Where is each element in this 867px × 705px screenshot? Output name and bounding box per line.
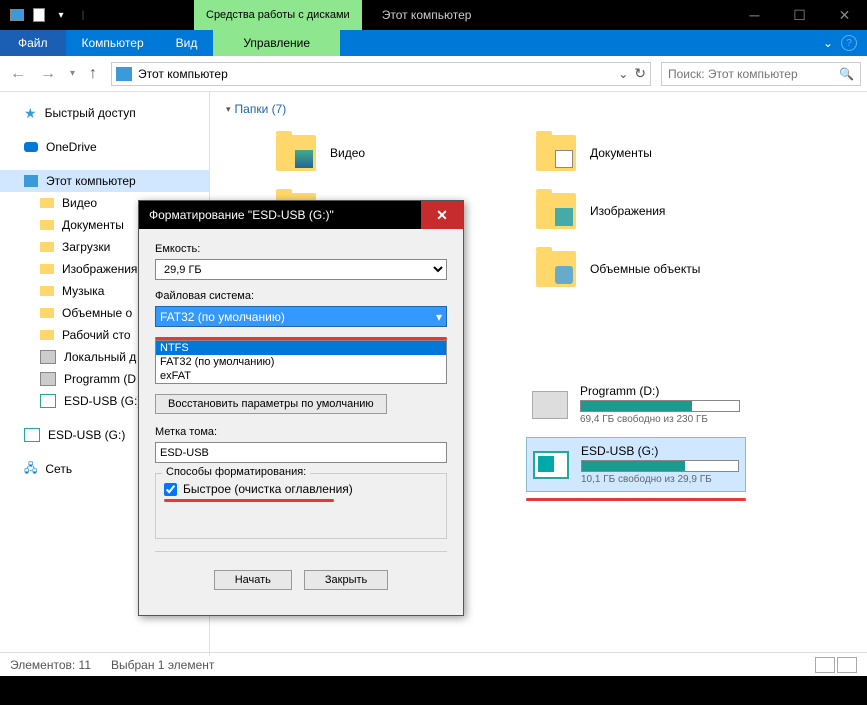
search-icon[interactable]: 🔍	[839, 67, 854, 81]
search-box[interactable]: 🔍	[661, 62, 861, 86]
restore-defaults-button[interactable]: Восстановить параметры по умолчанию	[155, 394, 387, 414]
qa-sep: |	[72, 4, 94, 26]
sidebar-onedrive[interactable]: OneDrive	[0, 136, 209, 158]
folders-header[interactable]: ▾Папки (7)	[226, 102, 857, 116]
star-icon: ★	[24, 105, 37, 122]
capacity-bar	[581, 460, 739, 472]
navbar: ← → ▾ ↑ Этот компьютер ⌄ ↻ 🔍	[0, 56, 867, 92]
dialog-titlebar[interactable]: Форматирование "ESD-USB (G:)" ✕	[139, 201, 463, 229]
item-count: Элементов: 11	[10, 658, 91, 672]
tab-view[interactable]: Вид	[160, 30, 214, 56]
close-button[interactable]: ✕	[822, 0, 867, 30]
minimize-button[interactable]: ─	[732, 0, 777, 30]
cloud-icon	[24, 142, 38, 152]
filesystem-label: Файловая система:	[155, 290, 447, 302]
fs-option-fat32[interactable]: FAT32 (по умолчанию)	[156, 355, 446, 369]
folder-icon	[40, 330, 54, 340]
system-icon[interactable]	[6, 4, 28, 26]
address-text: Этот компьютер	[138, 67, 612, 81]
folder-icon	[40, 198, 54, 208]
status-bar: Элементов: 11 Выбран 1 элемент	[0, 652, 867, 676]
close-dialog-button[interactable]: Закрыть	[304, 570, 388, 590]
volume-label-label: Метка тома:	[155, 426, 447, 438]
hdd-icon	[532, 391, 568, 419]
qa-dropdown-icon[interactable]: ▾	[50, 4, 72, 26]
window-title: Этот компьютер	[382, 8, 472, 22]
format-options-group: Способы форматирования: Быстрое (очистка…	[155, 473, 447, 539]
annotation-underline	[526, 498, 746, 501]
drive-programm-d[interactable]: Programm (D:) 69,4 ГБ свободно из 230 ГБ	[526, 378, 746, 431]
pc-icon	[24, 175, 38, 187]
dialog-close-button[interactable]: ✕	[421, 201, 463, 229]
forward-button[interactable]: →	[36, 65, 60, 83]
view-details-button[interactable]	[815, 657, 835, 673]
folder-icon	[536, 135, 576, 171]
chevron-down-icon: ▾	[436, 310, 442, 324]
drive-label: ESD-USB (G:)	[581, 444, 739, 458]
fs-option-exfat[interactable]: exFAT	[156, 369, 446, 383]
search-input[interactable]	[668, 67, 839, 81]
tab-computer[interactable]: Компьютер	[66, 30, 160, 56]
ribbon-collapse-icon[interactable]: ⌄	[823, 36, 833, 50]
drive-stats: 69,4 ГБ свободно из 230 ГБ	[580, 414, 740, 425]
folder-icon	[276, 135, 316, 171]
drive-icon	[40, 372, 56, 386]
up-button[interactable]: ↑	[85, 65, 101, 83]
maximize-button[interactable]: ☐	[777, 0, 822, 30]
drive-label: Programm (D:)	[580, 384, 740, 398]
recent-dropdown[interactable]: ▾	[66, 68, 79, 79]
address-bar[interactable]: Этот компьютер ⌄ ↻	[111, 62, 651, 86]
drive-icon	[40, 350, 56, 364]
selection-count: Выбран 1 элемент	[111, 658, 214, 672]
separator	[155, 551, 447, 552]
refresh-icon[interactable]: ↻	[634, 65, 646, 82]
view-large-button[interactable]	[837, 657, 857, 673]
sidebar-quick-access[interactable]: ★Быстрый доступ	[0, 102, 209, 124]
drive-stats: 10,1 ГБ свободно из 29,9 ГБ	[581, 474, 739, 485]
format-dialog: Форматирование "ESD-USB (G:)" ✕ Емкость:…	[138, 200, 464, 616]
file-menu[interactable]: Файл	[0, 30, 66, 56]
folder-icon	[536, 193, 576, 229]
network-icon: 🖧	[24, 459, 37, 480]
folder-icon	[40, 220, 54, 230]
folder-3d-objects[interactable]: Объемные объекты	[486, 240, 746, 298]
pc-icon	[116, 67, 132, 81]
volume-label-input[interactable]	[155, 442, 447, 463]
capacity-bar	[580, 400, 740, 412]
context-tab[interactable]: Средства работы с дисками	[194, 0, 362, 30]
capacity-select[interactable]: 29,9 ГБ	[155, 259, 447, 280]
filesystem-dropdown: NTFS FAT32 (по умолчанию) exFAT	[155, 340, 447, 384]
folder-videos[interactable]: Видео	[226, 124, 486, 182]
folder-icon	[40, 264, 54, 274]
titlebar: ▾ | Средства работы с дисками Этот компь…	[0, 0, 867, 30]
tab-manage[interactable]: Управление	[213, 30, 340, 56]
window: ▾ | Средства работы с дисками Этот компь…	[0, 0, 867, 705]
usb-drive-icon	[533, 451, 569, 479]
group-title: Способы форматирования:	[162, 466, 310, 478]
sidebar-this-pc[interactable]: Этот компьютер	[0, 170, 209, 192]
folder-icon	[536, 251, 576, 287]
dialog-title: Форматирование "ESD-USB (G:)"	[149, 208, 334, 222]
usb-icon	[24, 428, 40, 442]
capacity-label: Емкость:	[155, 243, 447, 255]
folder-documents[interactable]: Документы	[486, 124, 746, 182]
folder-icon	[40, 308, 54, 318]
drives-section: Programm (D:) 69,4 ГБ свободно из 230 ГБ…	[526, 378, 857, 501]
drive-esd-usb[interactable]: ESD-USB (G:) 10,1 ГБ свободно из 29,9 ГБ	[526, 437, 746, 492]
usb-icon	[40, 394, 56, 408]
help-icon[interactable]: ?	[841, 35, 857, 51]
quick-format-input[interactable]	[164, 483, 177, 496]
filesystem-select[interactable]: FAT32 (по умолчанию)▾	[155, 306, 447, 327]
chevron-down-icon: ▾	[226, 104, 231, 115]
fs-option-ntfs[interactable]: NTFS	[156, 341, 446, 355]
ribbon: Файл Компьютер Вид Управление ⌄ ?	[0, 30, 867, 56]
start-button[interactable]: Начать	[214, 570, 292, 590]
qa-doc-icon[interactable]	[28, 4, 50, 26]
quick-format-checkbox[interactable]: Быстрое (очистка оглавления)	[164, 482, 438, 496]
back-button[interactable]: ←	[6, 65, 30, 83]
folder-icon	[40, 242, 54, 252]
folder-pictures[interactable]: Изображения	[486, 182, 746, 240]
address-dropdown-icon[interactable]: ⌄	[618, 67, 628, 81]
folder-icon	[40, 286, 54, 296]
